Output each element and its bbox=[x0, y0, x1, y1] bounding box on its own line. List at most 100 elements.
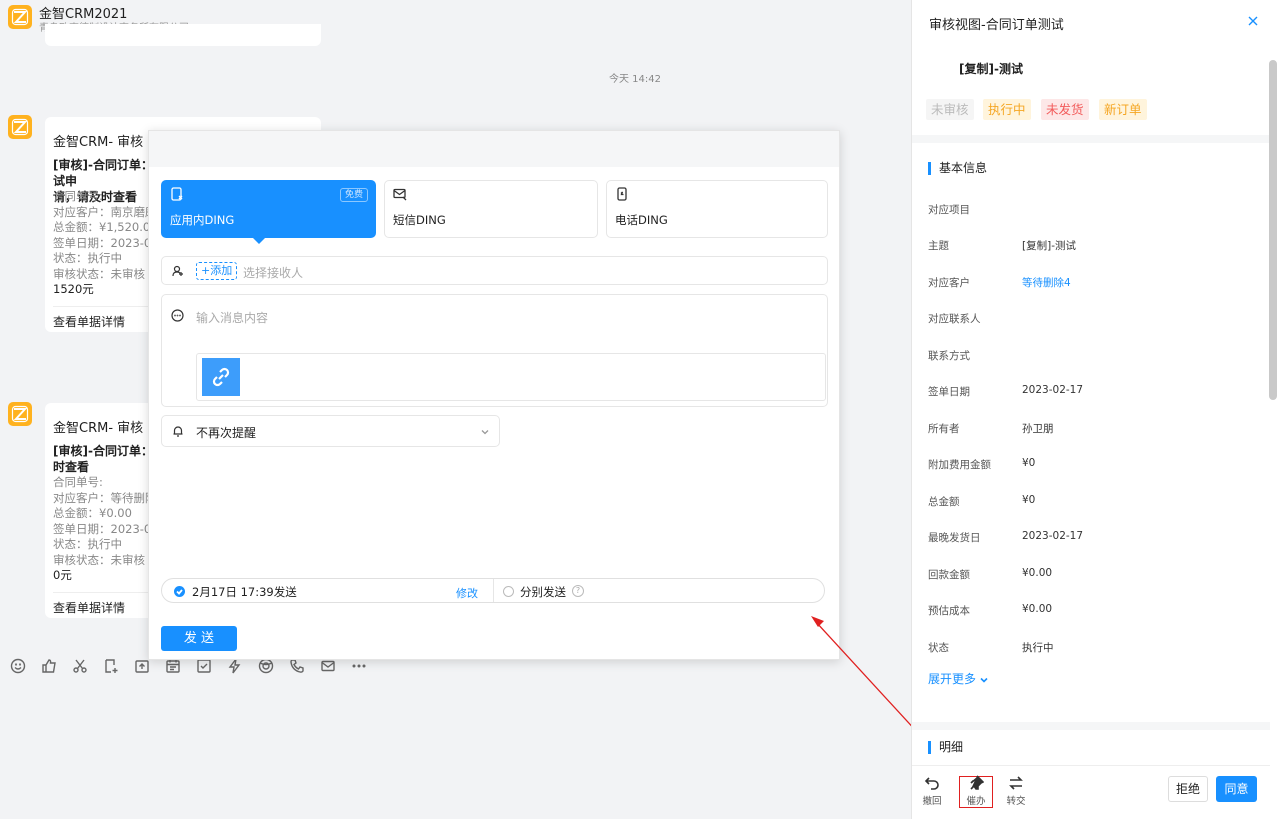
field-label: 对应客户 bbox=[928, 277, 970, 289]
send-options-bar: 2月17日 17:39发送 修改 分别发送 ? bbox=[161, 578, 825, 603]
option-sms-ding[interactable]: 短信DING bbox=[384, 180, 598, 238]
reject-button[interactable]: 拒绝 bbox=[1168, 776, 1208, 802]
ding-dialog: 免费 应用内DING 短信DING 电话DING +添加 选择接收人 输入消息内… bbox=[148, 130, 840, 660]
field-row: 对应项目 bbox=[928, 202, 970, 217]
card-line: 总金额：¥1,520.00 bbox=[53, 220, 158, 234]
card-line: 签单日期：2023-02 bbox=[53, 235, 159, 250]
field-label: 对应联系人 bbox=[928, 313, 981, 325]
card-line: 合同单号: bbox=[53, 475, 103, 489]
undo-button[interactable]: 撤回 bbox=[917, 775, 947, 807]
option-phone-ding[interactable]: 电话DING bbox=[606, 180, 828, 238]
field-row: 所有者 孙卫朋 bbox=[928, 421, 1054, 436]
panel-scrollbar[interactable] bbox=[1269, 60, 1277, 400]
transfer-button[interactable]: 转交 bbox=[1001, 775, 1031, 807]
card-line: 总金额：¥0.00 bbox=[53, 506, 132, 520]
option-label: 电话DING bbox=[615, 213, 668, 227]
previous-message-card bbox=[45, 24, 321, 46]
reminder-value: 不再次提醒 bbox=[196, 426, 257, 440]
card-line: 0元 bbox=[53, 568, 72, 582]
card-title: 金智CRM- 审核 bbox=[53, 135, 144, 150]
calendar-icon[interactable] bbox=[165, 658, 181, 674]
field-label: 所有者 bbox=[928, 423, 960, 435]
field-value: 2023-02-17 bbox=[1022, 530, 1084, 542]
phone-icon[interactable] bbox=[289, 658, 305, 674]
divider bbox=[493, 579, 494, 602]
approval-panel: 审核视图-合同订单测试 [复制]-测试 未审核 执行中 未发货 新订单 基本信息… bbox=[911, 0, 1280, 819]
send-button[interactable]: 发 送 bbox=[161, 626, 237, 651]
scissors-icon[interactable] bbox=[72, 658, 88, 674]
chat-toolbar bbox=[10, 658, 367, 674]
undo-label: 撤回 bbox=[922, 796, 942, 807]
more-icon[interactable] bbox=[351, 658, 367, 674]
card-details: 合同单号: 对应客户：南京磨磨 总金额：¥1,520.00 签单日期：2023-… bbox=[53, 189, 159, 298]
reminder-select[interactable]: 不再次提醒 bbox=[161, 415, 500, 447]
option-label: 短信DING bbox=[393, 213, 446, 227]
separate-send-label: 分别发送 bbox=[520, 585, 566, 599]
recipient-placeholder: 选择接收人 bbox=[243, 266, 304, 280]
card-line: 状态：执行中 bbox=[53, 251, 122, 265]
field-value: ¥0.00 bbox=[1022, 603, 1053, 615]
send-time: 2月17日 17:39发送 bbox=[192, 585, 297, 599]
section-detail: 明细 bbox=[928, 741, 963, 754]
status-badge: 执行中 bbox=[983, 99, 1031, 120]
field-row: 总金额 ¥0 bbox=[928, 494, 1035, 509]
customer-link[interactable]: 等待删除4 bbox=[1022, 275, 1071, 290]
urge-button[interactable]: 催办 bbox=[961, 775, 991, 807]
bot-avatar bbox=[8, 402, 32, 426]
message-placeholder: 输入消息内容 bbox=[196, 311, 269, 325]
section-separator bbox=[912, 722, 1270, 730]
field-label: 最晚发货日 bbox=[928, 532, 981, 544]
add-recipient-button[interactable]: +添加 bbox=[196, 262, 238, 280]
free-badge: 免费 bbox=[339, 188, 368, 202]
field-row: 对应客户 等待删除4 bbox=[928, 275, 1071, 290]
card-line: 1520元 bbox=[53, 282, 94, 296]
timed-send-checkbox[interactable] bbox=[174, 586, 185, 597]
field-value: 2023-02-17 bbox=[1022, 384, 1084, 396]
emoji-icon[interactable] bbox=[10, 658, 26, 674]
thumbs-up-icon[interactable] bbox=[41, 658, 57, 674]
card-line: 对应客户：南京磨磨 bbox=[53, 204, 157, 219]
transfer-label: 转交 bbox=[1006, 796, 1026, 807]
bot-avatar bbox=[8, 115, 32, 139]
recipient-field[interactable]: +添加 选择接收人 bbox=[161, 256, 828, 285]
dialog-header-strip bbox=[149, 131, 839, 167]
field-row: 签单日期 2023-02-17 bbox=[928, 384, 1083, 399]
checkbox-icon[interactable] bbox=[196, 658, 212, 674]
mail-icon[interactable] bbox=[320, 658, 336, 674]
message-input[interactable]: 输入消息内容 bbox=[161, 294, 828, 407]
field-value: [复制]-测试 bbox=[1022, 240, 1076, 252]
upload-icon[interactable] bbox=[134, 658, 150, 674]
status-badge: 未发货 bbox=[1041, 99, 1089, 120]
agree-button[interactable]: 同意 bbox=[1216, 776, 1257, 802]
add-doc-icon[interactable] bbox=[103, 658, 119, 674]
field-label: 主题 bbox=[928, 240, 949, 252]
field-row: 回款金额 ¥0.00 bbox=[928, 567, 1052, 582]
red-packet-icon[interactable] bbox=[258, 658, 274, 674]
close-icon[interactable] bbox=[1247, 15, 1259, 27]
section-separator bbox=[912, 135, 1270, 143]
help-icon[interactable]: ? bbox=[572, 585, 584, 597]
expand-more-link[interactable]: 展开更多 bbox=[928, 670, 989, 687]
field-row: 对应联系人 bbox=[928, 311, 981, 326]
attached-link-card[interactable] bbox=[196, 353, 826, 401]
field-value: ¥0 bbox=[1022, 494, 1036, 506]
separate-send-radio[interactable] bbox=[503, 586, 514, 597]
field-row: 最晚发货日 2023-02-17 bbox=[928, 530, 1083, 545]
card-line: 审核状态：未审核 bbox=[53, 552, 145, 567]
field-label: 回款金额 bbox=[928, 569, 970, 581]
phone-ding-icon bbox=[615, 187, 629, 201]
expand-more-label: 展开更多 bbox=[928, 672, 977, 686]
link-icon bbox=[202, 358, 240, 396]
message-icon bbox=[171, 309, 184, 322]
chevron-down-icon bbox=[480, 426, 490, 440]
panel-footer: 撤回 催办 转交 拒绝 同意 bbox=[912, 765, 1270, 819]
lightning-icon[interactable] bbox=[227, 658, 243, 674]
card-line: 合同单号: bbox=[53, 189, 103, 203]
app-logo bbox=[8, 5, 32, 29]
card-line: 状态：执行中 bbox=[53, 537, 122, 551]
modify-time-link[interactable]: 修改 bbox=[456, 585, 478, 601]
option-app-ding[interactable]: 免费 应用内DING bbox=[161, 180, 376, 238]
chevron-down-icon bbox=[980, 677, 988, 683]
urge-label: 催办 bbox=[966, 796, 986, 807]
field-label: 预估成本 bbox=[928, 605, 970, 617]
